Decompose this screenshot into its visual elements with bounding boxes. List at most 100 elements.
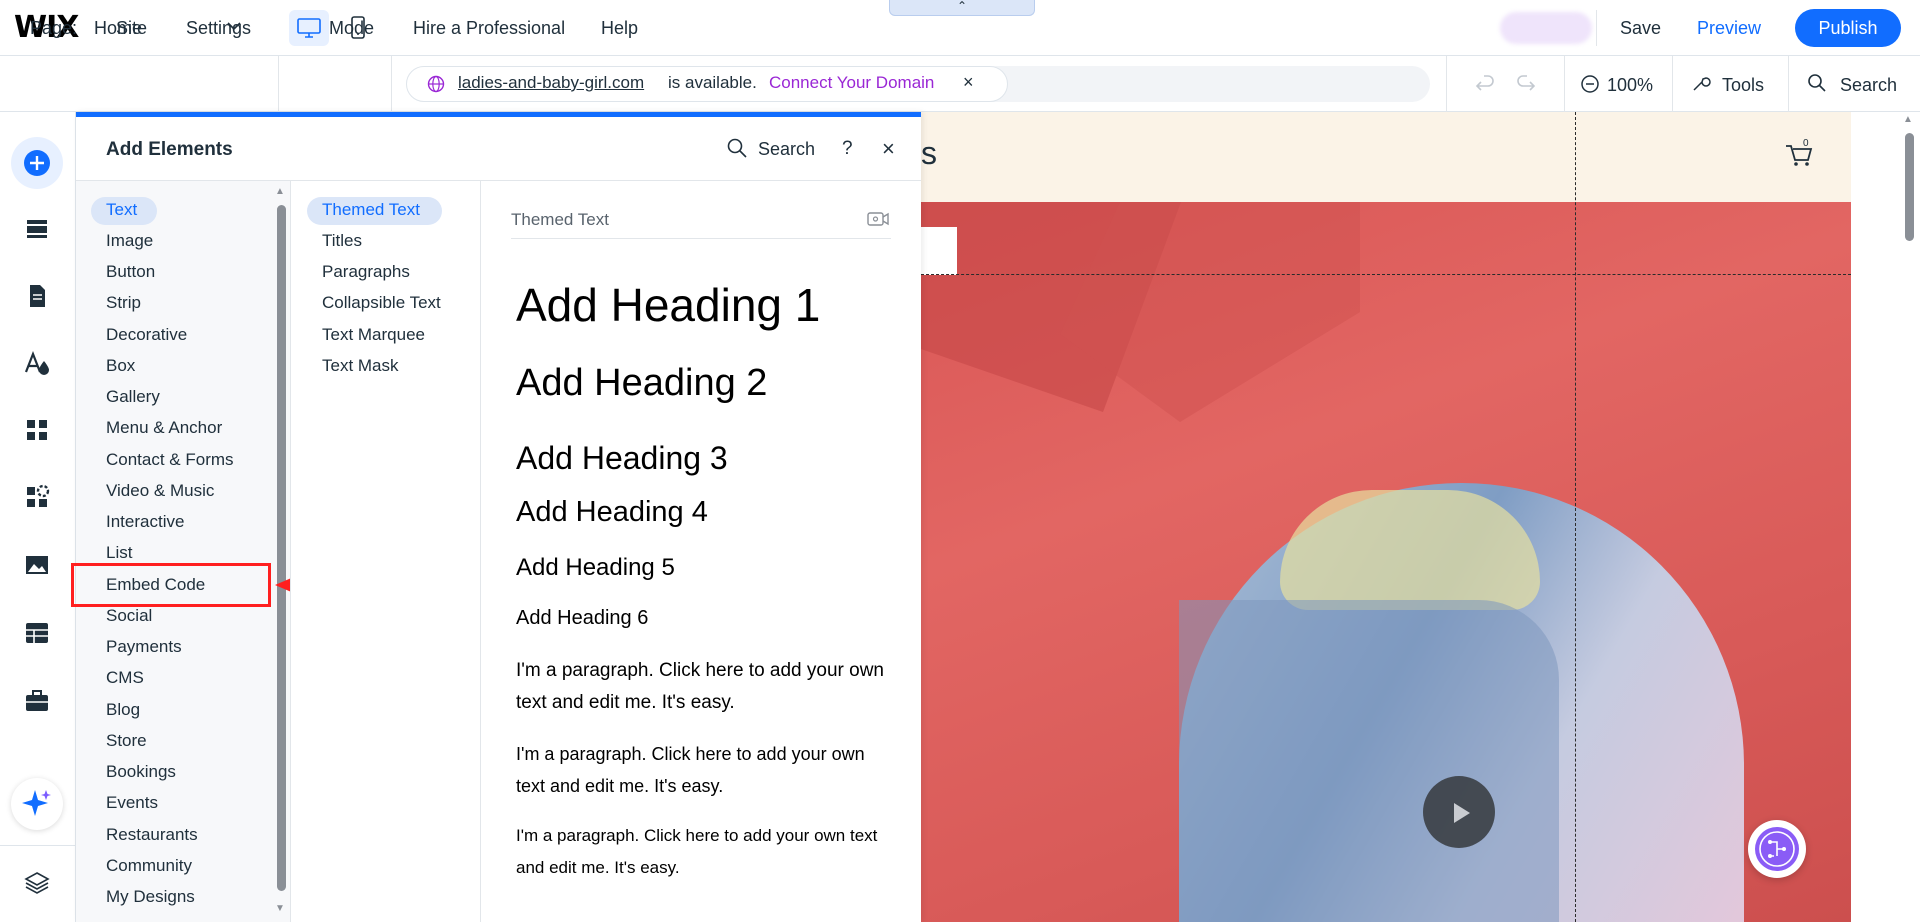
category-video-music[interactable]: Video & Music: [106, 481, 214, 501]
layers-icon[interactable]: [22, 868, 52, 898]
theme-icon[interactable]: [22, 348, 52, 378]
subcategory-collapsible-text[interactable]: Collapsible Text: [322, 293, 441, 313]
add-elements-button[interactable]: [11, 137, 63, 189]
category-scrollbar-thumb[interactable]: [277, 205, 286, 891]
category-decorative[interactable]: Decorative: [106, 325, 187, 345]
divider: [1788, 56, 1789, 112]
heading-4-preset[interactable]: Add Heading 4: [516, 496, 708, 529]
ai-assistant-button[interactable]: [11, 778, 63, 830]
close-panel-button[interactable]: ×: [882, 136, 895, 162]
portfolio-icon[interactable]: [22, 686, 52, 716]
preview-button[interactable]: Preview: [1697, 18, 1761, 39]
category-social[interactable]: Social: [106, 606, 152, 626]
site-header[interactable]: [921, 112, 1851, 202]
divider: [511, 238, 891, 239]
mobile-view-button[interactable]: [340, 10, 376, 46]
hero-text-box[interactable]: [921, 227, 957, 275]
category-list[interactable]: List: [106, 543, 132, 563]
cms-icon[interactable]: [22, 618, 52, 648]
collapse-toolbar-handle[interactable]: ⌃: [889, 0, 1035, 16]
menu-help[interactable]: Help: [601, 18, 638, 39]
scroll-down-arrow[interactable]: ▼: [275, 903, 285, 914]
canvas-scrollbar-thumb[interactable]: [1905, 133, 1914, 241]
zoom-level[interactable]: 100%: [1607, 75, 1653, 96]
category-interactive[interactable]: Interactive: [106, 512, 184, 532]
sections-icon[interactable]: [22, 214, 52, 244]
paragraph-line: I'm a paragraph. Click here to add your …: [516, 660, 884, 681]
site-header-text[interactable]: s: [921, 135, 937, 172]
paragraph-3-preset[interactable]: I'm a paragraph. Click here to add your …: [516, 820, 877, 884]
search-button[interactable]: Search: [1840, 75, 1897, 96]
subcategory-paragraphs[interactable]: Paragraphs: [322, 262, 410, 282]
guide-line-horizontal: [921, 274, 1851, 275]
ai-agent-button[interactable]: [1748, 820, 1806, 878]
divider: [278, 56, 279, 112]
category-events[interactable]: Events: [106, 793, 158, 813]
category-strip[interactable]: Strip: [106, 293, 141, 313]
redo-icon[interactable]: [1515, 73, 1537, 95]
paragraph-2-preset[interactable]: I'm a paragraph. Click here to add your …: [516, 738, 865, 802]
category-contact-forms[interactable]: Contact & Forms: [106, 450, 234, 470]
scroll-up-arrow[interactable]: ▲: [275, 186, 285, 197]
divider: [1672, 56, 1673, 112]
desktop-view-button[interactable]: [289, 10, 329, 46]
category-store[interactable]: Store: [106, 731, 147, 751]
tools-button[interactable]: Tools: [1722, 75, 1764, 96]
mobile-icon: [351, 16, 365, 39]
category-blog[interactable]: Blog: [106, 700, 140, 720]
subcategory-text-mask[interactable]: Text Mask: [322, 356, 399, 376]
cart-icon[interactable]: 0: [1782, 136, 1816, 170]
desktop-icon: [297, 18, 321, 38]
subcategory-text-marquee[interactable]: Text Marquee: [322, 325, 425, 345]
divider: [1564, 56, 1565, 112]
cart-count: 0: [1803, 138, 1809, 149]
category-restaurants[interactable]: Restaurants: [106, 825, 198, 845]
video-tutorial-icon[interactable]: [866, 209, 890, 229]
publish-button[interactable]: Publish: [1795, 9, 1901, 47]
pages-icon[interactable]: [22, 281, 52, 311]
category-bookings[interactable]: Bookings: [106, 762, 176, 782]
undo-icon[interactable]: [1474, 73, 1496, 95]
menu-hire-a-professional[interactable]: Hire a Professional: [413, 18, 565, 39]
heading-1-preset[interactable]: Add Heading 1: [516, 278, 820, 332]
zoom-out-icon[interactable]: [1580, 74, 1600, 94]
tools-icon[interactable]: [1690, 72, 1712, 94]
heading-6-preset[interactable]: Add Heading 6: [516, 607, 648, 630]
ai-assistant-icon: [22, 790, 51, 816]
subcategory-themed-text[interactable]: Themed Text: [322, 200, 420, 220]
category-gallery[interactable]: Gallery: [106, 387, 160, 407]
apps-icon[interactable]: [22, 415, 52, 445]
guide-line-vertical: [1575, 112, 1576, 922]
heading-3-preset[interactable]: Add Heading 3: [516, 440, 728, 477]
page-select[interactable]: Home: [94, 18, 142, 39]
category-payments[interactable]: Payments: [106, 637, 182, 657]
business-icon[interactable]: [22, 482, 52, 512]
search-icon[interactable]: [1806, 72, 1828, 94]
close-domain-bar-button[interactable]: ×: [963, 72, 974, 93]
panel-search-button[interactable]: Search: [758, 139, 815, 160]
heading-2-preset[interactable]: Add Heading 2: [516, 362, 767, 405]
category-cms[interactable]: CMS: [106, 668, 144, 688]
page-label: Page:: [30, 18, 78, 38]
paragraph-1-preset[interactable]: I'm a paragraph. Click here to add your …: [516, 655, 884, 719]
subcategory-titles[interactable]: Titles: [322, 231, 362, 251]
category-button[interactable]: Button: [106, 262, 155, 282]
upgrade-pill[interactable]: [1500, 12, 1592, 44]
category-community[interactable]: Community: [106, 856, 192, 876]
category-my-designs[interactable]: My Designs: [106, 887, 195, 907]
divider: [391, 56, 392, 112]
category-box[interactable]: Box: [106, 356, 135, 376]
search-icon[interactable]: [725, 136, 749, 160]
heading-5-preset[interactable]: Add Heading 5: [516, 554, 675, 582]
add-icon: [24, 150, 50, 176]
chevron-down-icon[interactable]: [224, 16, 244, 36]
category-menu-anchor[interactable]: Menu & Anchor: [106, 418, 222, 438]
help-button[interactable]: ?: [842, 138, 853, 160]
media-icon[interactable]: [22, 550, 52, 580]
save-button[interactable]: Save: [1620, 18, 1661, 39]
category-image[interactable]: Image: [106, 231, 153, 251]
connect-domain-link[interactable]: Connect Your Domain: [769, 73, 934, 93]
domain-name-link[interactable]: ladies-and-baby-girl.com: [458, 73, 644, 93]
category-text[interactable]: Text: [106, 200, 137, 220]
scroll-up-arrow[interactable]: ▲: [1903, 114, 1913, 125]
